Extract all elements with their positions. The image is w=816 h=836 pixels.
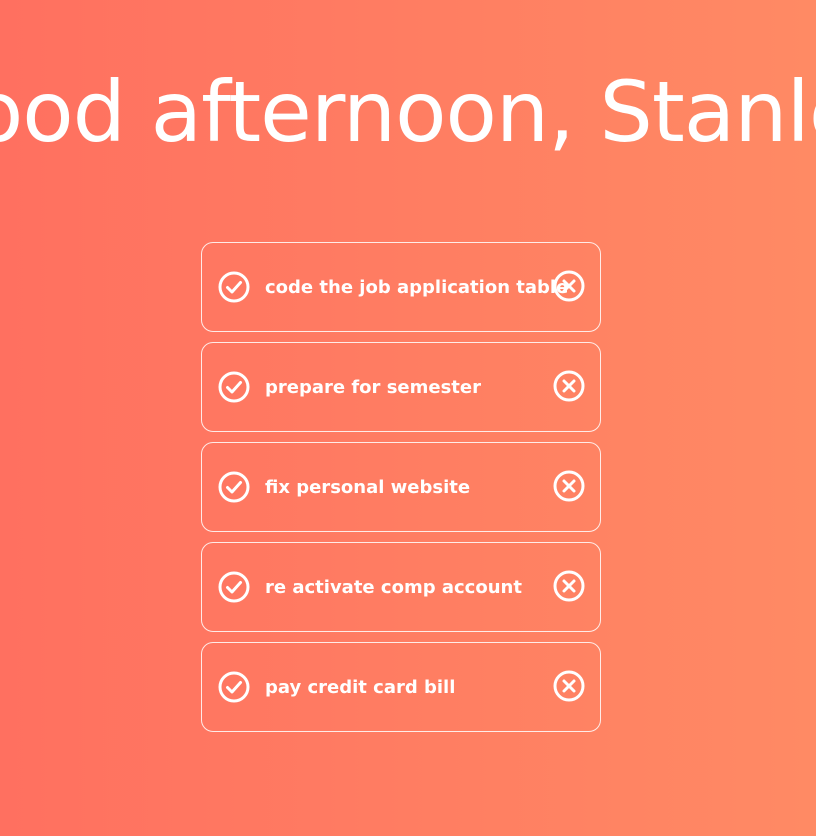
greeting-container: Good afternoon, Stanley: [0, 62, 816, 172]
todo-text: fix personal website: [265, 476, 471, 498]
check-circle-icon: [218, 671, 250, 703]
remove-button[interactable]: [552, 569, 586, 603]
complete-button[interactable]: [217, 270, 251, 304]
greeting-heading: Good afternoon, Stanley: [0, 63, 816, 161]
todo-item: fix personal website: [201, 442, 601, 532]
todo-text: prepare for semester: [265, 376, 481, 398]
todo-text: code the job application table: [265, 276, 569, 298]
check-circle-icon: [218, 571, 250, 603]
x-circle-icon: [553, 670, 585, 702]
x-circle-icon: [553, 270, 585, 302]
remove-button[interactable]: [552, 669, 586, 703]
todo-text: re activate comp account: [265, 576, 522, 598]
x-circle-icon: [553, 570, 585, 602]
check-circle-icon: [218, 271, 250, 303]
x-circle-icon: [553, 370, 585, 402]
todo-item: prepare for semester: [201, 342, 601, 432]
complete-button[interactable]: [217, 470, 251, 504]
complete-button[interactable]: [217, 570, 251, 604]
check-circle-icon: [218, 471, 250, 503]
todo-item: code the job application table: [201, 242, 601, 332]
x-circle-icon: [553, 470, 585, 502]
complete-button[interactable]: [217, 670, 251, 704]
todo-text: pay credit card bill: [265, 676, 456, 698]
remove-button[interactable]: [552, 369, 586, 403]
check-circle-icon: [218, 371, 250, 403]
todo-list: code the job application table prepare f…: [201, 242, 601, 742]
complete-button[interactable]: [217, 370, 251, 404]
todo-item: re activate comp account: [201, 542, 601, 632]
todo-item: pay credit card bill: [201, 642, 601, 732]
remove-button[interactable]: [552, 469, 586, 503]
remove-button[interactable]: [552, 269, 586, 303]
